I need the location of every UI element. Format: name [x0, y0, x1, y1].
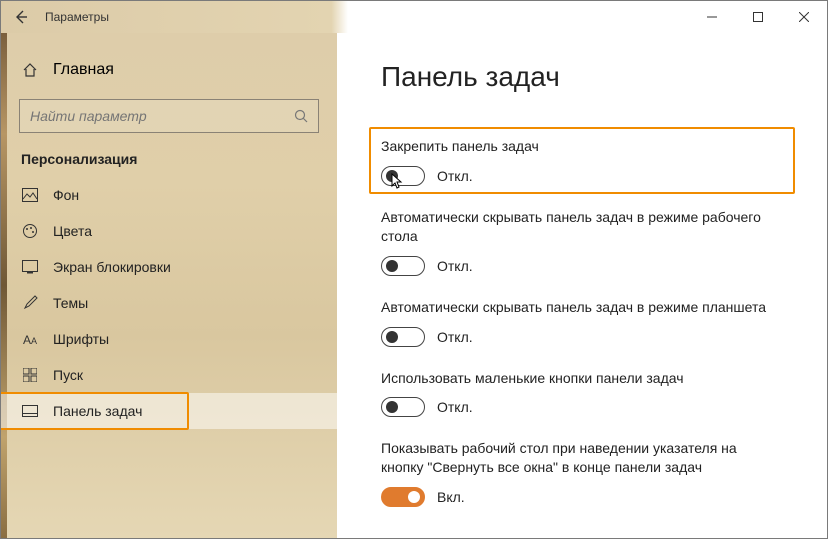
sidebar-item-themes[interactable]: Темы [1, 285, 337, 321]
lockscreen-icon [21, 260, 39, 274]
toggle-autohide-desktop[interactable] [381, 256, 425, 276]
setting-label: Автоматически скрывать панель задач в ре… [381, 208, 783, 246]
toggle-state: Откл. [437, 329, 473, 345]
sidebar-item-label: Фон [53, 187, 79, 203]
setting-label: Использовать маленькие кнопки панели зад… [381, 369, 783, 388]
sidebar-item-label: Шрифты [53, 331, 109, 347]
sidebar-item-fonts[interactable]: AA Шрифты [1, 321, 337, 357]
toggle-autohide-tablet[interactable] [381, 327, 425, 347]
palette-icon [21, 223, 39, 239]
toggle-state: Вкл. [437, 489, 465, 505]
sidebar-item-background[interactable]: Фон [1, 177, 337, 213]
start-icon [21, 368, 39, 382]
window-title: Параметры [41, 10, 109, 24]
svg-text:A: A [23, 333, 31, 346]
minimize-button[interactable] [689, 1, 735, 33]
toggle-lock-taskbar[interactable] [381, 166, 425, 186]
sidebar-item-lockscreen[interactable]: Экран блокировки [1, 249, 337, 285]
close-button[interactable] [781, 1, 827, 33]
page-title: Панель задач [381, 61, 783, 93]
toggle-state: Откл. [437, 258, 473, 274]
toggle-small-buttons[interactable] [381, 397, 425, 417]
toggle-state: Откл. [437, 168, 473, 184]
toggle-state: Откл. [437, 399, 473, 415]
setting-label: Показывать рабочий стол при наведении ук… [381, 439, 783, 477]
search-field[interactable] [30, 108, 294, 124]
section-header: Персонализация [1, 151, 337, 177]
sidebar-item-colors[interactable]: Цвета [1, 213, 337, 249]
sidebar-item-label: Экран блокировки [53, 259, 171, 275]
font-icon: AA [21, 332, 39, 346]
toggle-show-desktop-hover[interactable] [381, 487, 425, 507]
back-button[interactable] [1, 9, 41, 25]
setting-label: Закрепить панель задач [381, 137, 703, 156]
search-input[interactable] [19, 99, 319, 133]
home-link[interactable]: Главная [1, 55, 337, 85]
sidebar-item-taskbar[interactable]: Панель задач [1, 393, 337, 429]
sidebar-item-label: Пуск [53, 367, 83, 383]
svg-text:A: A [31, 336, 37, 346]
sidebar-item-label: Цвета [53, 223, 92, 239]
setting-small-buttons: Использовать маленькие кнопки панели зад… [381, 369, 783, 418]
search-icon [294, 109, 308, 123]
main-content: Панель задач Закрепить панель задач Откл… [337, 33, 827, 538]
sidebar: Главная Персонализация Фон Цвета [1, 33, 337, 538]
maximize-button[interactable] [735, 1, 781, 33]
sidebar-item-label: Панель задач [53, 403, 142, 419]
setting-autohide-tablet: Автоматически скрывать панель задач в ре… [381, 298, 783, 347]
sidebar-item-label: Темы [53, 295, 88, 311]
setting-lock-taskbar: Закрепить панель задач Откл. [381, 137, 783, 186]
setting-autohide-desktop: Автоматически скрывать панель задач в ре… [381, 208, 783, 276]
setting-show-desktop-hover: Показывать рабочий стол при наведении ук… [381, 439, 783, 507]
titlebar: Параметры [1, 1, 827, 33]
setting-label: Автоматически скрывать панель задач в ре… [381, 298, 783, 317]
nav: Фон Цвета Экран блокировки Темы AA Шрифт… [1, 177, 337, 429]
sidebar-item-start[interactable]: Пуск [1, 357, 337, 393]
brush-icon [21, 295, 39, 311]
home-icon [21, 62, 39, 78]
taskbar-icon [21, 405, 39, 417]
home-label: Главная [53, 61, 114, 79]
picture-icon [21, 188, 39, 202]
